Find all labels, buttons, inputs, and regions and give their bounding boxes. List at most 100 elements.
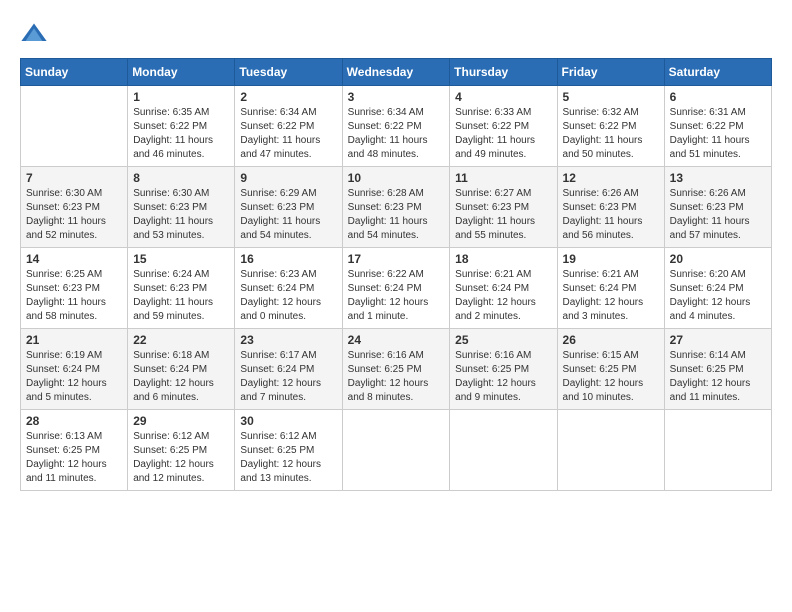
day-info: Sunrise: 6:25 AM Sunset: 6:23 PM Dayligh…: [26, 268, 122, 324]
day-info: Sunrise: 6:29 AM Sunset: 6:23 PM Dayligh…: [240, 187, 336, 243]
calendar-header-row: SundayMondayTuesdayWednesdayThursdayFrid…: [21, 59, 772, 86]
day-number: 9: [240, 171, 336, 185]
day-info: Sunrise: 6:31 AM Sunset: 6:22 PM Dayligh…: [670, 106, 766, 162]
calendar-cell: 28 Sunrise: 6:13 AM Sunset: 6:25 PM Dayli…: [21, 410, 128, 491]
day-info: Sunrise: 6:20 AM Sunset: 6:24 PM Dayligh…: [670, 268, 766, 324]
calendar-cell: 25Sunrise: 6:16 AM Sunset: 6:25 PM Dayli…: [450, 329, 557, 410]
calendar-week-row: 1 Sunrise: 6:35 AM Sunset: 6:22 PM Daylig…: [21, 86, 772, 167]
day-info: Sunrise: 6:16 AM Sunset: 6:25 PM Dayligh…: [455, 349, 551, 405]
calendar-cell: 14 Sunrise: 6:25 AM Sunset: 6:23 PM Dayli…: [21, 248, 128, 329]
day-number: 1: [133, 90, 229, 104]
calendar-cell: 27 Sunrise: 6:14 AM Sunset: 6:25 PM Dayli…: [664, 329, 771, 410]
column-header-sunday: Sunday: [21, 59, 128, 86]
calendar-cell: 16 Sunrise: 6:23 AM Sunset: 6:24 PM Dayli…: [235, 248, 342, 329]
day-info: Sunrise: 6:23 AM Sunset: 6:24 PM Dayligh…: [240, 268, 336, 324]
day-info: Sunrise: 6:18 AM Sunset: 6:24 PM Dayligh…: [133, 349, 229, 405]
day-info: Sunrise: 6:33 AM Sunset: 6:22 PM Dayligh…: [455, 106, 551, 162]
calendar-cell: 12 Sunrise: 6:26 AM Sunset: 6:23 PM Dayli…: [557, 167, 664, 248]
day-number: 6: [670, 90, 766, 104]
calendar-table: SundayMondayTuesdayWednesdayThursdayFrid…: [20, 58, 772, 491]
day-number: 30: [240, 414, 336, 428]
calendar-cell: 24Sunrise: 6:16 AM Sunset: 6:25 PM Dayli…: [342, 329, 450, 410]
day-number: 13: [670, 171, 766, 185]
day-number: 26: [563, 333, 659, 347]
calendar-week-row: 21 Sunrise: 6:19 AM Sunset: 6:24 PM Dayli…: [21, 329, 772, 410]
day-number: 12: [563, 171, 659, 185]
calendar-cell: 30Sunrise: 6:12 AM Sunset: 6:25 PM Dayli…: [235, 410, 342, 491]
calendar-cell: 7 Sunrise: 6:30 AM Sunset: 6:23 PM Daylig…: [21, 167, 128, 248]
day-info: Sunrise: 6:34 AM Sunset: 6:22 PM Dayligh…: [348, 106, 445, 162]
logo-icon: [20, 20, 48, 48]
calendar-cell: 1 Sunrise: 6:35 AM Sunset: 6:22 PM Daylig…: [128, 86, 235, 167]
day-info: Sunrise: 6:27 AM Sunset: 6:23 PM Dayligh…: [455, 187, 551, 243]
day-number: 22: [133, 333, 229, 347]
calendar-cell: 3 Sunrise: 6:34 AM Sunset: 6:22 PM Daylig…: [342, 86, 450, 167]
calendar-cell: 13 Sunrise: 6:26 AM Sunset: 6:23 PM Dayli…: [664, 167, 771, 248]
calendar-cell: 18 Sunrise: 6:21 AM Sunset: 6:24 PM Dayli…: [450, 248, 557, 329]
day-number: 20: [670, 252, 766, 266]
day-info: Sunrise: 6:22 AM Sunset: 6:24 PM Dayligh…: [348, 268, 445, 324]
day-number: 21: [26, 333, 122, 347]
day-number: 4: [455, 90, 551, 104]
day-info: Sunrise: 6:12 AM Sunset: 6:25 PM Dayligh…: [133, 430, 229, 486]
calendar-week-row: 14 Sunrise: 6:25 AM Sunset: 6:23 PM Dayli…: [21, 248, 772, 329]
calendar-cell: 17Sunrise: 6:22 AM Sunset: 6:24 PM Dayli…: [342, 248, 450, 329]
day-number: 27: [670, 333, 766, 347]
day-number: 8: [133, 171, 229, 185]
day-number: 18: [455, 252, 551, 266]
column-header-saturday: Saturday: [664, 59, 771, 86]
calendar-cell: 26Sunrise: 6:15 AM Sunset: 6:25 PM Dayli…: [557, 329, 664, 410]
column-header-friday: Friday: [557, 59, 664, 86]
day-info: Sunrise: 6:35 AM Sunset: 6:22 PM Dayligh…: [133, 106, 229, 162]
day-number: 7: [26, 171, 122, 185]
calendar-cell: 19Sunrise: 6:21 AM Sunset: 6:24 PM Dayli…: [557, 248, 664, 329]
day-info: Sunrise: 6:34 AM Sunset: 6:22 PM Dayligh…: [240, 106, 336, 162]
day-info: Sunrise: 6:14 AM Sunset: 6:25 PM Dayligh…: [670, 349, 766, 405]
logo: [20, 20, 54, 48]
calendar-cell: 8 Sunrise: 6:30 AM Sunset: 6:23 PM Daylig…: [128, 167, 235, 248]
day-info: Sunrise: 6:21 AM Sunset: 6:24 PM Dayligh…: [455, 268, 551, 324]
day-info: Sunrise: 6:32 AM Sunset: 6:22 PM Dayligh…: [563, 106, 659, 162]
day-number: 15: [133, 252, 229, 266]
calendar-cell: 29 Sunrise: 6:12 AM Sunset: 6:25 PM Dayli…: [128, 410, 235, 491]
calendar-cell: 15 Sunrise: 6:24 AM Sunset: 6:23 PM Dayli…: [128, 248, 235, 329]
calendar-cell: [664, 410, 771, 491]
calendar-cell: 6 Sunrise: 6:31 AM Sunset: 6:22 PM Daylig…: [664, 86, 771, 167]
column-header-tuesday: Tuesday: [235, 59, 342, 86]
day-info: Sunrise: 6:26 AM Sunset: 6:23 PM Dayligh…: [563, 187, 659, 243]
day-info: Sunrise: 6:17 AM Sunset: 6:24 PM Dayligh…: [240, 349, 336, 405]
calendar-cell: 4 Sunrise: 6:33 AM Sunset: 6:22 PM Daylig…: [450, 86, 557, 167]
day-info: Sunrise: 6:13 AM Sunset: 6:25 PM Dayligh…: [26, 430, 122, 486]
day-info: Sunrise: 6:28 AM Sunset: 6:23 PM Dayligh…: [348, 187, 445, 243]
calendar-week-row: 7 Sunrise: 6:30 AM Sunset: 6:23 PM Daylig…: [21, 167, 772, 248]
day-number: 14: [26, 252, 122, 266]
day-info: Sunrise: 6:16 AM Sunset: 6:25 PM Dayligh…: [348, 349, 445, 405]
calendar-cell: 20 Sunrise: 6:20 AM Sunset: 6:24 PM Dayli…: [664, 248, 771, 329]
calendar-cell: 11Sunrise: 6:27 AM Sunset: 6:23 PM Dayli…: [450, 167, 557, 248]
calendar-cell: 5 Sunrise: 6:32 AM Sunset: 6:22 PM Daylig…: [557, 86, 664, 167]
day-info: Sunrise: 6:30 AM Sunset: 6:23 PM Dayligh…: [26, 187, 122, 243]
day-info: Sunrise: 6:19 AM Sunset: 6:24 PM Dayligh…: [26, 349, 122, 405]
calendar-cell: 10 Sunrise: 6:28 AM Sunset: 6:23 PM Dayli…: [342, 167, 450, 248]
calendar-cell: 21 Sunrise: 6:19 AM Sunset: 6:24 PM Dayli…: [21, 329, 128, 410]
day-number: 19: [563, 252, 659, 266]
calendar-cell: [21, 86, 128, 167]
day-info: Sunrise: 6:26 AM Sunset: 6:23 PM Dayligh…: [670, 187, 766, 243]
day-number: 5: [563, 90, 659, 104]
day-number: 29: [133, 414, 229, 428]
calendar-cell: [557, 410, 664, 491]
day-info: Sunrise: 6:30 AM Sunset: 6:23 PM Dayligh…: [133, 187, 229, 243]
page-header: [20, 20, 772, 48]
column-header-thursday: Thursday: [450, 59, 557, 86]
calendar-cell: [342, 410, 450, 491]
calendar-cell: 9 Sunrise: 6:29 AM Sunset: 6:23 PM Daylig…: [235, 167, 342, 248]
day-number: 3: [348, 90, 445, 104]
day-number: 16: [240, 252, 336, 266]
day-number: 10: [348, 171, 445, 185]
calendar-week-row: 28 Sunrise: 6:13 AM Sunset: 6:25 PM Dayli…: [21, 410, 772, 491]
day-info: Sunrise: 6:24 AM Sunset: 6:23 PM Dayligh…: [133, 268, 229, 324]
calendar-cell: 22 Sunrise: 6:18 AM Sunset: 6:24 PM Dayli…: [128, 329, 235, 410]
day-number: 28: [26, 414, 122, 428]
column-header-wednesday: Wednesday: [342, 59, 450, 86]
day-number: 2: [240, 90, 336, 104]
